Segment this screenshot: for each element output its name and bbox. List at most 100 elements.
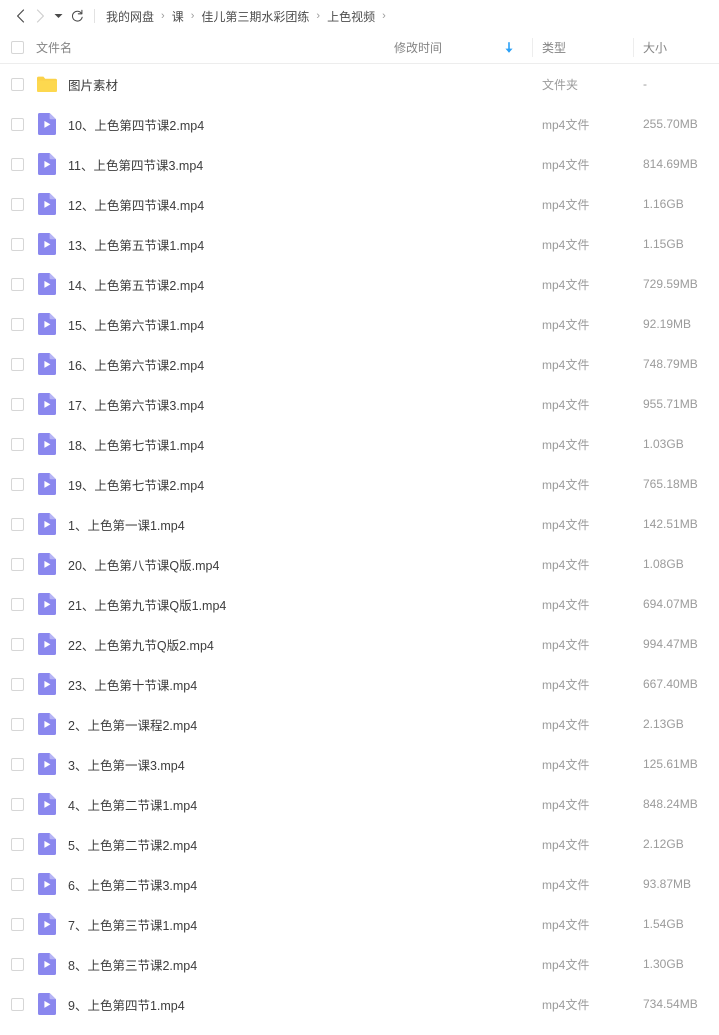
table-row[interactable]: 4、上色第二节课1.mp4 mp4文件 848.24MB bbox=[0, 784, 719, 824]
breadcrumb-item-3[interactable]: 上色视频 bbox=[325, 7, 377, 26]
forward-button[interactable] bbox=[30, 4, 50, 28]
table-row[interactable]: 11、上色第四节课3.mp4 mp4文件 814.69MB bbox=[0, 144, 719, 184]
table-row[interactable]: 9、上色第四节1.mp4 mp4文件 734.54MB bbox=[0, 984, 719, 1024]
row-checkbox[interactable] bbox=[11, 997, 24, 1011]
row-checkbox[interactable] bbox=[11, 277, 24, 291]
table-row[interactable]: 3、上色第一课3.mp4 mp4文件 125.61MB bbox=[0, 744, 719, 784]
table-row[interactable]: 20、上色第八节课Q版.mp4 mp4文件 1.08GB bbox=[0, 544, 719, 584]
row-checkbox-cell[interactable] bbox=[0, 317, 34, 331]
row-checkbox[interactable] bbox=[11, 117, 24, 131]
row-checkbox[interactable] bbox=[11, 77, 24, 91]
file-name-label[interactable]: 2、上色第一课程2.mp4 bbox=[68, 715, 197, 734]
row-checkbox-cell[interactable] bbox=[0, 637, 34, 651]
file-name-label[interactable]: 22、上色第九节Q版2.mp4 bbox=[68, 635, 214, 654]
file-name-label[interactable]: 13、上色第五节课1.mp4 bbox=[68, 235, 204, 254]
file-name-label[interactable]: 18、上色第七节课1.mp4 bbox=[68, 435, 204, 454]
breadcrumb-item-2[interactable]: 佳儿第三期水彩团练 bbox=[199, 7, 311, 26]
table-row[interactable]: 7、上色第三节课1.mp4 mp4文件 1.54GB bbox=[0, 904, 719, 944]
file-name-cell[interactable]: 21、上色第九节课Q版1.mp4 bbox=[34, 593, 384, 615]
row-checkbox-cell[interactable] bbox=[0, 597, 34, 611]
file-name-cell[interactable]: 12、上色第四节课4.mp4 bbox=[34, 193, 384, 215]
file-name-label[interactable]: 6、上色第二节课3.mp4 bbox=[68, 875, 197, 894]
file-name-label[interactable]: 4、上色第二节课1.mp4 bbox=[68, 795, 197, 814]
table-row[interactable]: 17、上色第六节课3.mp4 mp4文件 955.71MB bbox=[0, 384, 719, 424]
file-name-label[interactable]: 8、上色第三节课2.mp4 bbox=[68, 955, 197, 974]
row-checkbox[interactable] bbox=[11, 677, 24, 691]
row-checkbox-cell[interactable] bbox=[0, 717, 34, 731]
file-name-label[interactable]: 3、上色第一课3.mp4 bbox=[68, 755, 185, 774]
file-name-label[interactable]: 12、上色第四节课4.mp4 bbox=[68, 195, 204, 214]
row-checkbox[interactable] bbox=[11, 317, 24, 331]
file-name-cell[interactable]: 6、上色第二节课3.mp4 bbox=[34, 873, 384, 895]
row-checkbox-cell[interactable] bbox=[0, 557, 34, 571]
row-checkbox-cell[interactable] bbox=[0, 917, 34, 931]
file-name-cell[interactable]: 8、上色第三节课2.mp4 bbox=[34, 953, 384, 975]
table-row[interactable]: 图片素材 文件夹 - bbox=[0, 64, 719, 104]
row-checkbox-cell[interactable] bbox=[0, 397, 34, 411]
row-checkbox[interactable] bbox=[11, 357, 24, 371]
file-name-cell[interactable]: 18、上色第七节课1.mp4 bbox=[34, 433, 384, 455]
select-all-checkbox[interactable] bbox=[11, 41, 24, 54]
file-name-label[interactable]: 15、上色第六节课1.mp4 bbox=[68, 315, 204, 334]
file-name-cell[interactable]: 4、上色第二节课1.mp4 bbox=[34, 793, 384, 815]
row-checkbox[interactable] bbox=[11, 237, 24, 251]
file-name-label[interactable]: 16、上色第六节课2.mp4 bbox=[68, 355, 204, 374]
row-checkbox-cell[interactable] bbox=[0, 77, 34, 91]
file-name-label[interactable]: 7、上色第三节课1.mp4 bbox=[68, 915, 197, 934]
table-row[interactable]: 21、上色第九节课Q版1.mp4 mp4文件 694.07MB bbox=[0, 584, 719, 624]
row-checkbox-cell[interactable] bbox=[0, 237, 34, 251]
file-name-label[interactable]: 9、上色第四节1.mp4 bbox=[68, 995, 185, 1014]
row-checkbox[interactable] bbox=[11, 877, 24, 891]
row-checkbox-cell[interactable] bbox=[0, 117, 34, 131]
row-checkbox[interactable] bbox=[11, 757, 24, 771]
table-row[interactable]: 10、上色第四节课2.mp4 mp4文件 255.70MB bbox=[0, 104, 719, 144]
file-name-cell[interactable]: 19、上色第七节课2.mp4 bbox=[34, 473, 384, 495]
file-name-cell[interactable]: 5、上色第二节课2.mp4 bbox=[34, 833, 384, 855]
breadcrumb-item-0[interactable]: 我的网盘 bbox=[104, 7, 156, 26]
table-row[interactable]: 19、上色第七节课2.mp4 mp4文件 765.18MB bbox=[0, 464, 719, 504]
table-row[interactable]: 15、上色第六节课1.mp4 mp4文件 92.19MB bbox=[0, 304, 719, 344]
row-checkbox[interactable] bbox=[11, 717, 24, 731]
file-name-cell[interactable]: 20、上色第八节课Q版.mp4 bbox=[34, 553, 384, 575]
row-checkbox-cell[interactable] bbox=[0, 797, 34, 811]
file-name-cell[interactable]: 22、上色第九节Q版2.mp4 bbox=[34, 633, 384, 655]
row-checkbox-cell[interactable] bbox=[0, 997, 34, 1011]
breadcrumb-item-1[interactable]: 课 bbox=[170, 7, 186, 26]
table-row[interactable]: 8、上色第三节课2.mp4 mp4文件 1.30GB bbox=[0, 944, 719, 984]
row-checkbox[interactable] bbox=[11, 157, 24, 171]
row-checkbox-cell[interactable] bbox=[0, 957, 34, 971]
file-name-cell[interactable]: 2、上色第一课程2.mp4 bbox=[34, 713, 384, 735]
select-all-checkbox-cell[interactable] bbox=[0, 41, 34, 54]
row-checkbox[interactable] bbox=[11, 477, 24, 491]
column-header-name[interactable]: 文件名 bbox=[34, 39, 384, 56]
table-row[interactable]: 12、上色第四节课4.mp4 mp4文件 1.16GB bbox=[0, 184, 719, 224]
refresh-button[interactable] bbox=[66, 4, 88, 28]
file-name-cell[interactable]: 1、上色第一课1.mp4 bbox=[34, 513, 384, 535]
file-name-cell[interactable]: 15、上色第六节课1.mp4 bbox=[34, 313, 384, 335]
file-name-cell[interactable]: 23、上色第十节课.mp4 bbox=[34, 673, 384, 695]
row-checkbox-cell[interactable] bbox=[0, 517, 34, 531]
row-checkbox-cell[interactable] bbox=[0, 477, 34, 491]
table-row[interactable]: 6、上色第二节课3.mp4 mp4文件 93.87MB bbox=[0, 864, 719, 904]
file-name-label[interactable]: 14、上色第五节课2.mp4 bbox=[68, 275, 204, 294]
row-checkbox[interactable] bbox=[11, 637, 24, 651]
table-row[interactable]: 13、上色第五节课1.mp4 mp4文件 1.15GB bbox=[0, 224, 719, 264]
file-name-label[interactable]: 17、上色第六节课3.mp4 bbox=[68, 395, 204, 414]
row-checkbox[interactable] bbox=[11, 837, 24, 851]
row-checkbox[interactable] bbox=[11, 917, 24, 931]
table-row[interactable]: 16、上色第六节课2.mp4 mp4文件 748.79MB bbox=[0, 344, 719, 384]
file-name-cell[interactable]: 3、上色第一课3.mp4 bbox=[34, 753, 384, 775]
file-name-cell[interactable]: 10、上色第四节课2.mp4 bbox=[34, 113, 384, 135]
file-name-label[interactable]: 21、上色第九节课Q版1.mp4 bbox=[68, 595, 226, 614]
table-row[interactable]: 1、上色第一课1.mp4 mp4文件 142.51MB bbox=[0, 504, 719, 544]
back-button[interactable] bbox=[10, 4, 30, 28]
column-header-type[interactable]: 类型 bbox=[532, 39, 633, 56]
row-checkbox-cell[interactable] bbox=[0, 157, 34, 171]
row-checkbox-cell[interactable] bbox=[0, 197, 34, 211]
file-name-label[interactable]: 图片素材 bbox=[68, 75, 118, 94]
file-name-cell[interactable]: 11、上色第四节课3.mp4 bbox=[34, 153, 384, 175]
sort-direction-button[interactable] bbox=[504, 41, 514, 54]
history-dropdown-button[interactable] bbox=[50, 4, 66, 28]
row-checkbox-cell[interactable] bbox=[0, 757, 34, 771]
column-header-size[interactable]: 大小 bbox=[633, 39, 719, 56]
